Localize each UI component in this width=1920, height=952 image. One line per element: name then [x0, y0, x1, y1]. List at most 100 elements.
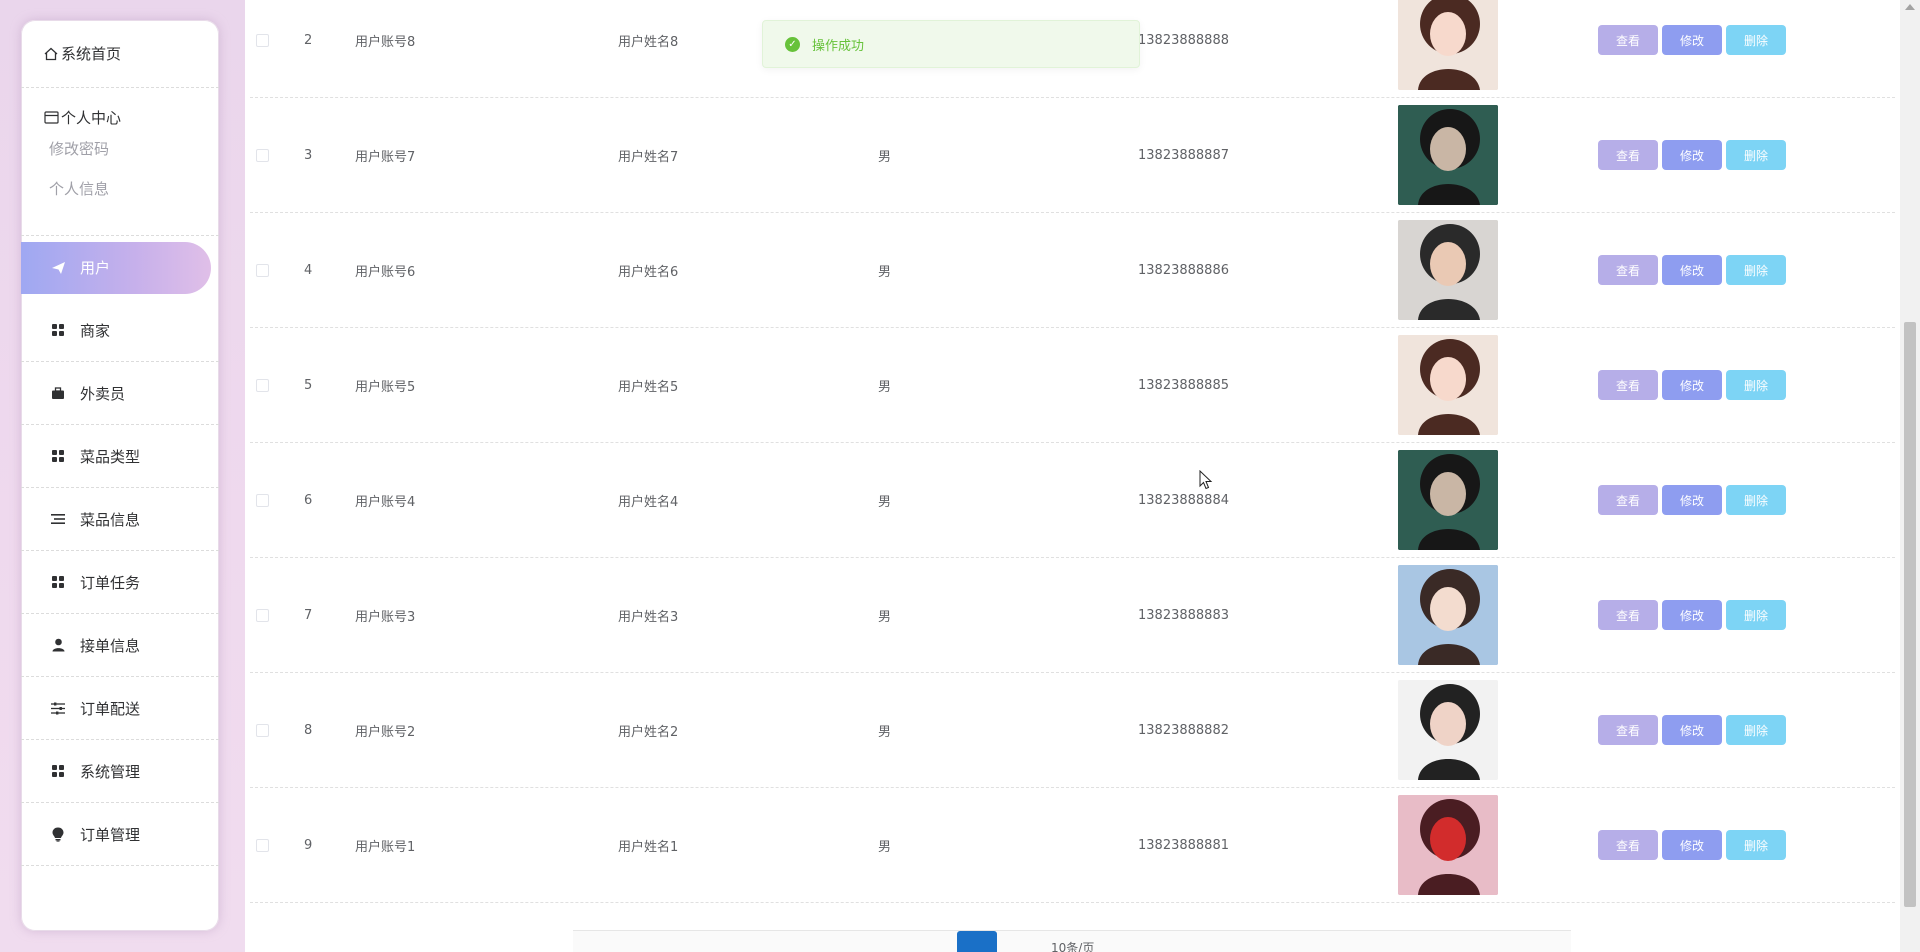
view-button[interactable]: 查看 — [1598, 830, 1658, 860]
row-photo — [1398, 788, 1498, 902]
row-phone: 13823888885 — [1138, 377, 1229, 393]
edit-button[interactable]: 修改 — [1662, 485, 1722, 515]
sidebar-item-label: 订单配送 — [80, 699, 141, 718]
delete-button[interactable]: 删除 — [1726, 255, 1786, 285]
sidebar-item-label: 订单管理 — [80, 825, 141, 844]
edit-button[interactable]: 修改 — [1662, 255, 1722, 285]
sidebar-item-label: 接单信息 — [80, 636, 141, 655]
row-account: 用户账号2 — [355, 724, 416, 740]
view-button[interactable]: 查看 — [1598, 140, 1658, 170]
view-button[interactable]: 查看 — [1598, 715, 1658, 745]
row-account: 用户账号5 — [355, 379, 416, 395]
delete-button[interactable]: 删除 — [1726, 140, 1786, 170]
row-checkbox[interactable] — [256, 673, 269, 787]
sidebar-item-merchant[interactable]: 商家 — [21, 299, 219, 362]
page-size-select[interactable]: 10条/页 — [1051, 939, 1094, 952]
scrollbar-thumb[interactable] — [1904, 322, 1916, 907]
row-sex: 男 — [878, 379, 892, 395]
row-phone: 13823888886 — [1138, 262, 1229, 278]
paper-plane-icon — [50, 260, 66, 276]
sidebar-item-personal-info[interactable]: 个人信息 — [21, 168, 219, 208]
row-actions: 查看 修改 删除 — [1598, 0, 1786, 97]
row-index: 8 — [304, 722, 313, 738]
edit-button[interactable]: 修改 — [1662, 370, 1722, 400]
sidebar-item-dish-info[interactable]: 菜品信息 — [21, 488, 219, 551]
row-name: 用户姓名1 — [618, 839, 679, 855]
user-avatar-photo — [1398, 335, 1498, 435]
id-card-icon — [43, 109, 59, 125]
edit-button[interactable]: 修改 — [1662, 600, 1722, 630]
row-sex: 男 — [878, 724, 892, 740]
toast-message: 操作成功 — [812, 38, 865, 54]
row-index: 6 — [304, 492, 313, 508]
row-name: 用户姓名6 — [618, 264, 679, 280]
row-checkbox[interactable] — [256, 558, 269, 672]
grid-icon — [50, 763, 66, 779]
delete-button[interactable]: 删除 — [1726, 600, 1786, 630]
row-checkbox[interactable] — [256, 0, 269, 97]
row-photo — [1398, 98, 1498, 212]
row-account: 用户账号8 — [355, 34, 416, 50]
row-checkbox[interactable] — [256, 788, 269, 902]
sidebar-item-change-password[interactable]: 修改密码 — [21, 128, 219, 168]
row-photo — [1398, 213, 1498, 327]
delete-button[interactable]: 删除 — [1726, 25, 1786, 55]
row-checkbox[interactable] — [256, 98, 269, 212]
row-name: 用户姓名5 — [618, 379, 679, 395]
table-row: 3 用户账号7 用户姓名7 男 13823888887 查看 修改 删除 — [250, 98, 1895, 213]
table-row: 4 用户账号6 用户姓名6 男 13823888886 查看 修改 删除 — [250, 213, 1895, 328]
edit-button[interactable]: 修改 — [1662, 715, 1722, 745]
row-name: 用户姓名8 — [618, 34, 679, 50]
user-avatar-photo — [1398, 0, 1498, 90]
edit-button[interactable]: 修改 — [1662, 140, 1722, 170]
sidebar-item-dish-type[interactable]: 菜品类型 — [21, 425, 219, 488]
user-table: 2 用户账号8 用户姓名8 13823888888 查看 修改 删除 3 用户账… — [250, 0, 1895, 910]
row-checkbox[interactable] — [256, 443, 269, 557]
view-button[interactable]: 查看 — [1598, 25, 1658, 55]
row-sex: 男 — [878, 609, 892, 625]
row-sex: 男 — [878, 264, 892, 280]
sidebar-item-accept-order[interactable]: 接单信息 — [21, 614, 219, 677]
row-index: 4 — [304, 262, 313, 278]
row-checkbox[interactable] — [256, 213, 269, 327]
sidebar-item-label: 菜品类型 — [80, 447, 141, 466]
row-sex: 男 — [878, 494, 892, 510]
personal-center-label: 个人中心 — [61, 108, 122, 127]
sidebar-item-users[interactable]: 用户 — [21, 236, 219, 299]
scroll-up-arrow-icon[interactable] — [1905, 4, 1915, 10]
briefcase-icon — [50, 385, 66, 401]
user-avatar-photo — [1398, 795, 1498, 895]
delete-button[interactable]: 删除 — [1726, 715, 1786, 745]
sidebar-item-order-delivery[interactable]: 订单配送 — [21, 677, 219, 740]
row-actions: 查看 修改 删除 — [1598, 213, 1786, 327]
view-button[interactable]: 查看 — [1598, 255, 1658, 285]
row-index: 3 — [304, 147, 313, 163]
row-actions: 查看 修改 删除 — [1598, 558, 1786, 672]
pagination-current-page[interactable] — [957, 931, 997, 952]
row-name: 用户姓名4 — [618, 494, 679, 510]
row-index: 9 — [304, 837, 313, 853]
view-button[interactable]: 查看 — [1598, 370, 1658, 400]
sidebar-item-system-management[interactable]: 系统管理 — [21, 740, 219, 803]
row-actions: 查看 修改 删除 — [1598, 443, 1786, 557]
sidebar-item-courier[interactable]: 外卖员 — [21, 362, 219, 425]
delete-button[interactable]: 删除 — [1726, 370, 1786, 400]
edit-button[interactable]: 修改 — [1662, 25, 1722, 55]
sidebar-item-order-task[interactable]: 订单任务 — [21, 551, 219, 614]
sidebar-group-personal-title[interactable]: 个人中心 — [21, 106, 219, 128]
table-row: 5 用户账号5 用户姓名5 男 13823888885 查看 修改 删除 — [250, 328, 1895, 443]
sidebar-home-label: 系统首页 — [61, 45, 122, 63]
sidebar-item-order-management[interactable]: 订单管理 — [21, 803, 219, 866]
row-name: 用户姓名7 — [618, 149, 679, 165]
row-account: 用户账号6 — [355, 264, 416, 280]
sidebar-home[interactable]: 系统首页 — [21, 20, 219, 88]
view-button[interactable]: 查看 — [1598, 600, 1658, 630]
row-account: 用户账号4 — [355, 494, 416, 510]
view-button[interactable]: 查看 — [1598, 485, 1658, 515]
home-icon — [43, 46, 59, 62]
row-index: 5 — [304, 377, 313, 393]
edit-button[interactable]: 修改 — [1662, 830, 1722, 860]
delete-button[interactable]: 删除 — [1726, 485, 1786, 515]
delete-button[interactable]: 删除 — [1726, 830, 1786, 860]
row-checkbox[interactable] — [256, 328, 269, 442]
